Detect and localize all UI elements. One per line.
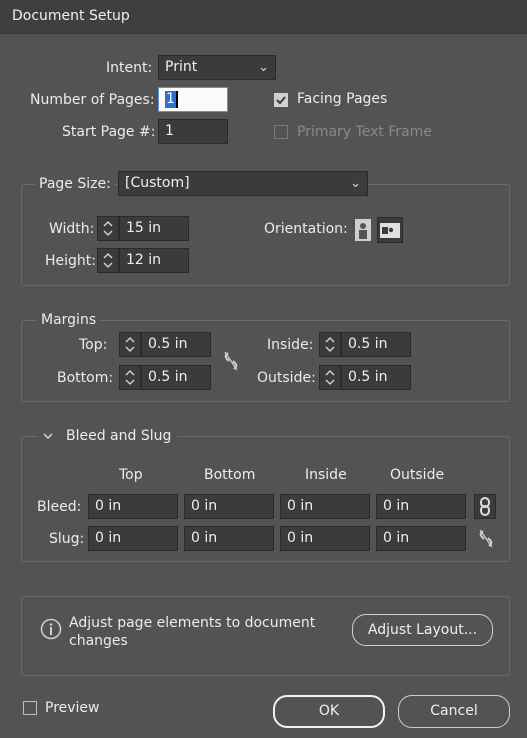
number-of-pages-value: 1: [165, 91, 178, 108]
bleed-top-input[interactable]: 0 in: [88, 494, 178, 519]
facing-pages-label: Facing Pages: [297, 91, 388, 107]
checkmark-icon: [276, 96, 286, 105]
number-of-pages-label: Number of Pages:: [30, 92, 155, 108]
slug-top-input[interactable]: 0 in: [88, 526, 178, 551]
broken-link-icon: [224, 351, 238, 371]
column-header-top: Top: [119, 467, 143, 483]
column-header-bottom: Bottom: [204, 467, 256, 483]
margin-top-input[interactable]: 0.5 in: [141, 332, 211, 357]
width-value: 15 in: [126, 220, 162, 236]
title-bar: Document Setup: [0, 0, 527, 34]
height-label: Height:: [45, 253, 96, 269]
primary-text-frame-label: Primary Text Frame: [297, 124, 432, 140]
ok-button[interactable]: OK: [273, 695, 385, 728]
bleed-inside-input[interactable]: 0 in: [280, 494, 370, 519]
portrait-icon: [355, 219, 371, 241]
margin-bottom-input[interactable]: 0.5 in: [141, 365, 211, 390]
bleed-inside-value: 0 in: [287, 498, 314, 514]
margins-title: Margins: [37, 312, 101, 328]
facing-pages-checkbox[interactable]: [274, 93, 288, 107]
slug-outside-value: 0 in: [383, 530, 410, 546]
stepper-arrows-icon: [103, 221, 113, 236]
bleed-outside-input[interactable]: 0 in: [376, 494, 466, 519]
margins-group: [21, 320, 510, 402]
stepper-arrows-icon: [103, 253, 113, 268]
width-input[interactable]: 15 in: [119, 216, 189, 241]
intent-dropdown[interactable]: Print ⌄: [158, 55, 276, 80]
bleed-bottom-value: 0 in: [191, 498, 218, 514]
slug-top-value: 0 in: [95, 530, 122, 546]
bleed-slug-title: Bleed and Slug: [66, 428, 172, 444]
slug-outside-input[interactable]: 0 in: [376, 526, 466, 551]
margin-outside-stepper[interactable]: [319, 365, 341, 390]
primary-text-frame-checkbox[interactable]: [274, 125, 288, 139]
height-stepper[interactable]: [97, 248, 119, 273]
chevron-down-icon: ⌄: [350, 176, 361, 191]
margin-inside-stepper[interactable]: [319, 332, 341, 357]
width-stepper[interactable]: [97, 216, 119, 241]
start-page-input[interactable]: 1: [158, 119, 228, 144]
margin-outside-input[interactable]: 0.5 in: [341, 365, 411, 390]
info-icon: [40, 618, 62, 640]
margin-outside-label: Outside:: [257, 370, 316, 386]
slug-bottom-input[interactable]: 0 in: [184, 526, 274, 551]
slug-bottom-value: 0 in: [191, 530, 218, 546]
preview-label: Preview: [45, 700, 100, 716]
chevron-down-icon: [43, 433, 53, 440]
chevron-down-icon: ⌄: [258, 60, 269, 75]
page-size-dropdown[interactable]: [Custom] ⌄: [118, 171, 368, 196]
portrait-orientation-button[interactable]: [352, 218, 374, 242]
slug-label: Slug:: [49, 531, 85, 547]
stepper-arrows-icon: [125, 370, 135, 385]
broken-link-icon: [479, 529, 493, 548]
margin-top-value: 0.5 in: [148, 336, 188, 352]
adjust-message: Adjust page elements to document changes: [69, 615, 316, 649]
margin-inside-label: Inside:: [267, 337, 314, 353]
margin-top-stepper[interactable]: [119, 332, 141, 357]
margin-bottom-stepper[interactable]: [119, 365, 141, 390]
stepper-arrows-icon: [325, 370, 335, 385]
page-size-label: Page Size:: [35, 176, 115, 192]
margin-bottom-label: Bottom:: [57, 370, 114, 386]
landscape-orientation-button[interactable]: [377, 217, 403, 243]
start-page-value: 1: [165, 123, 174, 139]
link-icon: [480, 497, 490, 516]
start-page-label: Start Page #:: [62, 124, 156, 140]
margin-outside-value: 0.5 in: [348, 369, 388, 385]
orientation-label: Orientation:: [264, 221, 348, 237]
margin-top-label: Top:: [79, 337, 108, 353]
stepper-arrows-icon: [125, 337, 135, 352]
bleed-outside-value: 0 in: [383, 498, 410, 514]
slug-inside-input[interactable]: 0 in: [280, 526, 370, 551]
margins-link-button[interactable]: [222, 350, 240, 372]
bleed-label: Bleed:: [37, 499, 82, 515]
stepper-arrows-icon: [325, 337, 335, 352]
intent-label: Intent:: [106, 60, 153, 76]
intent-value: Print: [165, 59, 198, 75]
column-header-outside: Outside: [390, 467, 445, 483]
slug-inside-value: 0 in: [287, 530, 314, 546]
slug-link-button[interactable]: [476, 527, 496, 550]
width-label: Width:: [49, 221, 95, 237]
bleed-bottom-input[interactable]: 0 in: [184, 494, 274, 519]
column-header-inside: Inside: [305, 467, 347, 483]
landscape-icon: [380, 223, 400, 238]
margin-inside-input[interactable]: 0.5 in: [341, 332, 411, 357]
cancel-button[interactable]: Cancel: [398, 695, 510, 728]
margin-bottom-value: 0.5 in: [148, 369, 188, 385]
bleed-top-value: 0 in: [95, 498, 122, 514]
adjust-layout-button[interactable]: Adjust Layout...: [352, 614, 493, 646]
page-size-value: [Custom]: [125, 175, 190, 191]
preview-checkbox[interactable]: [23, 701, 37, 715]
margin-inside-value: 0.5 in: [348, 336, 388, 352]
height-input[interactable]: 12 in: [119, 248, 189, 273]
bleed-link-button[interactable]: [474, 494, 496, 519]
number-of-pages-input[interactable]: 1: [158, 87, 228, 112]
bleed-slug-header[interactable]: Bleed and Slug: [38, 428, 178, 444]
window-title: Document Setup: [12, 8, 130, 24]
height-value: 12 in: [126, 252, 162, 268]
